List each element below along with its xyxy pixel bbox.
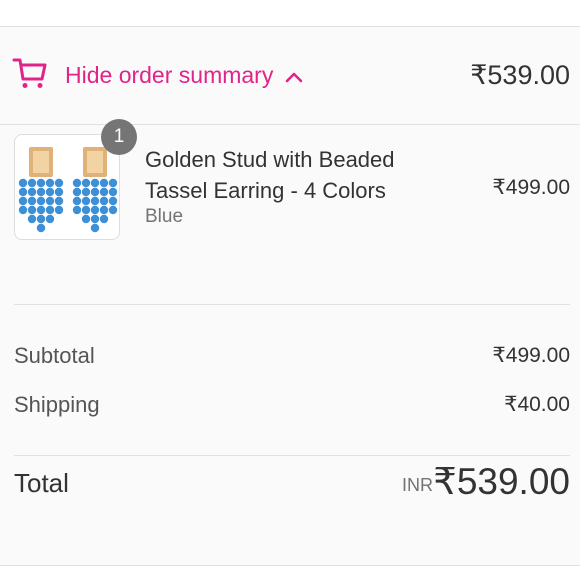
- shipping-value: ₹40.00: [504, 393, 570, 416]
- shipping-label: Shipping: [14, 392, 100, 417]
- quantity-badge: 1: [101, 119, 137, 155]
- currency-code: INR: [402, 475, 433, 495]
- product-price: ₹499.00: [492, 176, 570, 199]
- subtotal-value: ₹499.00: [492, 344, 570, 367]
- subtotal-label: Subtotal: [14, 343, 95, 368]
- order-summary-toggle[interactable]: Hide order summary ₹539.00: [0, 27, 580, 125]
- chevron-up-icon: [285, 72, 303, 83]
- product-variant: Blue: [145, 206, 184, 227]
- total-value: ₹539.00: [433, 461, 570, 502]
- earring-product-image: [18, 147, 118, 233]
- total-label: Total: [14, 468, 69, 498]
- header-total-price: ₹539.00: [470, 60, 570, 90]
- divider: [14, 455, 570, 456]
- product-thumbnail: [14, 134, 120, 240]
- divider: [14, 304, 570, 305]
- product-title: Golden Stud with Beaded Tassel Earring -…: [145, 147, 395, 203]
- toggle-label: Hide order summary: [65, 62, 274, 88]
- cart-icon: [12, 58, 47, 88]
